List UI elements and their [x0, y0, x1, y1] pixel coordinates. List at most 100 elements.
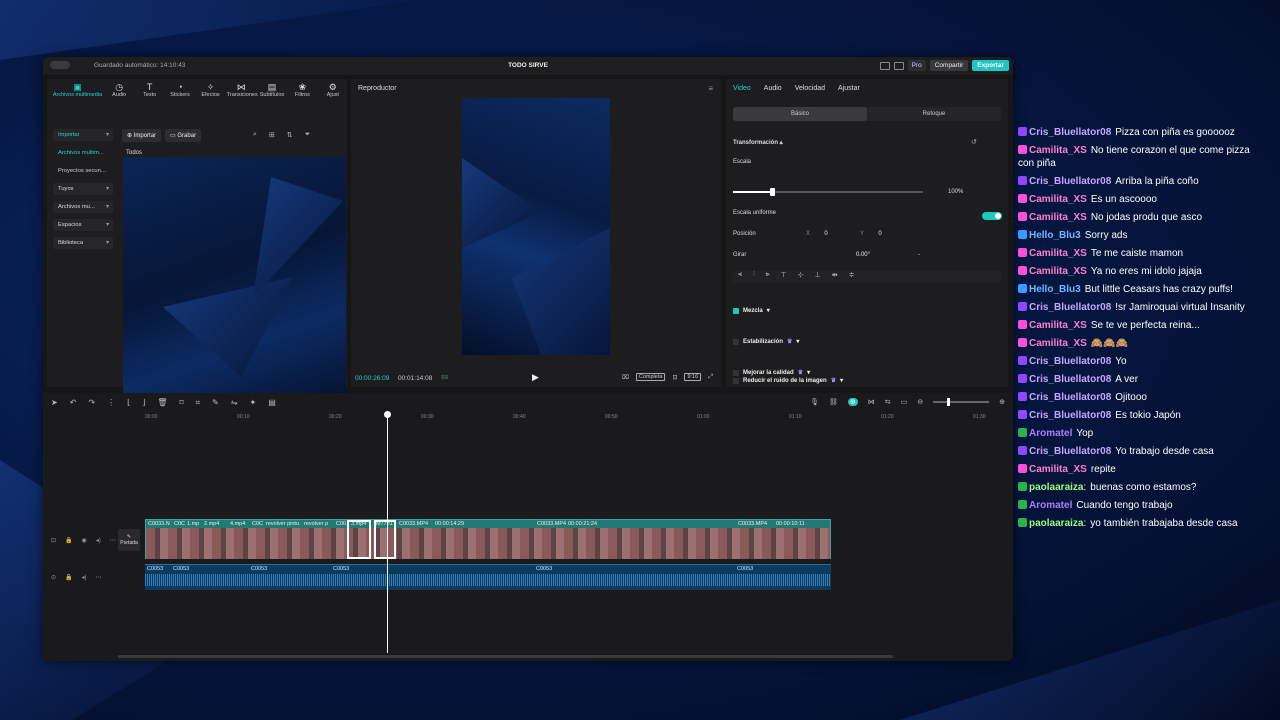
zoom-out-icon[interactable]: ⊖ — [917, 398, 923, 406]
playhead[interactable] — [387, 413, 388, 653]
distribute-h-icon[interactable]: ⇹ — [832, 271, 838, 283]
chat-username[interactable]: Aromatel — [1029, 500, 1072, 511]
layout-icon[interactable] — [879, 61, 890, 70]
align-center-icon[interactable]: ⫶ — [753, 271, 755, 283]
chat-username[interactable]: Hello_Blu3 — [1029, 284, 1081, 295]
sidenav-item[interactable]: Espacios ▾ — [53, 219, 113, 231]
chat-username[interactable]: Camilita_XS — [1029, 212, 1087, 223]
chat-username[interactable]: Camilita_XS — [1029, 464, 1087, 475]
tab-media[interactable]: ▣ Archivos multimedia — [52, 79, 103, 105]
audio-track-icon[interactable]: ⊙ — [51, 574, 56, 581]
mic-icon[interactable]: 🎙 — [810, 398, 819, 406]
magic-icon[interactable]: ✦ — [250, 398, 257, 408]
time-ruler[interactable]: 00:00 00:10 00:20 00:30 00:40 00:50 01:00 01:10… — [115, 411, 1013, 421]
chat-username[interactable]: Cris_Bluellator08 — [1029, 446, 1111, 457]
redo-icon[interactable]: ↷ — [88, 398, 95, 408]
noise-section[interactable]: Reducir el ruido de la imagen ♛ ▾ — [733, 377, 843, 384]
chat-username[interactable]: Cris_Bluellator08 — [1029, 392, 1111, 403]
x-input[interactable]: 0 — [806, 229, 846, 239]
tab-audio[interactable]: ◷ Audio — [105, 79, 133, 105]
chat-username[interactable]: Cris_Bluellator08 — [1029, 410, 1111, 421]
link-icon[interactable]: ⛓ — [829, 398, 838, 406]
subtitle-tool-icon[interactable]: ▤ — [268, 398, 276, 408]
more-icon[interactable]: ⋯ — [110, 537, 116, 544]
tab-stickers[interactable]: ◔ Stickers — [166, 79, 194, 105]
caption-icon[interactable]: ▭ — [901, 398, 908, 406]
chat-username[interactable]: Camilita_XS — [1029, 320, 1087, 331]
cover-button[interactable]: ✎ Portada — [118, 529, 140, 551]
chat-username[interactable]: Camilita_XS — [1029, 248, 1087, 259]
sidenav-item[interactable]: Archivos mu... ▾ — [53, 201, 113, 213]
export-button[interactable]: Exportar — [972, 60, 1009, 71]
y-input[interactable]: 0 — [860, 229, 900, 239]
chat-username[interactable]: Cris_Bluellator08 — [1029, 374, 1111, 385]
grid-view-icon[interactable]: ⊞ — [269, 131, 275, 139]
chat-username[interactable]: Camilita_XS — [1029, 194, 1087, 205]
zoom-slider[interactable] — [933, 398, 990, 406]
distribute-v-icon[interactable]: ≑ — [849, 271, 855, 283]
stabilization-section[interactable]: Estabilización ♛ ▾ — [733, 338, 799, 345]
audio-track[interactable]: C0053 C0053 C0053 C0053 C0053 C0053 — [145, 564, 831, 590]
select-tool-icon[interactable]: ➤ — [51, 398, 58, 408]
chat-username[interactable]: Cris_Bluellator08 — [1029, 302, 1111, 313]
magnet-icon[interactable]: ⊕ — [847, 398, 858, 406]
sidenav-item[interactable]: Archivos multim... — [53, 147, 113, 159]
filter-icon[interactable]: ⏷ — [305, 131, 311, 139]
chat-username[interactable]: Camilita_XS — [1029, 338, 1087, 349]
track-cover-icon[interactable]: ⊡ — [51, 537, 56, 544]
stabilization-checkbox[interactable] — [733, 338, 739, 345]
media-thumbnail[interactable] — [123, 157, 346, 409]
quality-button[interactable]: Completa — [635, 373, 666, 381]
ratio-button[interactable]: 9:16 — [684, 373, 702, 381]
search-icon[interactable]: ⌕ — [253, 131, 257, 139]
rotate-input[interactable]: 0.00° — [843, 250, 883, 260]
chat-username[interactable]: Cris_Bluellator08 — [1029, 176, 1111, 187]
timeline-scrollbar[interactable] — [118, 655, 893, 658]
lock-icon[interactable]: 🔒 — [65, 574, 72, 581]
chat-username[interactable]: Aromatel — [1029, 428, 1072, 439]
tab-audio[interactable]: Audio — [764, 85, 782, 92]
eye-icon[interactable]: ◉ — [82, 537, 87, 544]
trim-left-icon[interactable]: ⌊ — [127, 398, 130, 408]
shortcut-icon[interactable] — [893, 61, 904, 70]
chat-username[interactable]: paolaaraiza — [1029, 482, 1083, 493]
align-bottom-icon[interactable]: ⊥ — [815, 271, 821, 283]
selected-clip[interactable] — [374, 520, 396, 559]
record-button[interactable]: ▭ Grabar — [165, 129, 202, 142]
tab-subtitles[interactable]: ▤ Subtítulos — [258, 79, 286, 105]
sidenav-item[interactable]: Proyectos secun... — [53, 165, 113, 177]
speaker-icon[interactable]: ◂) — [96, 537, 101, 544]
chat-username[interactable]: Hello_Blu3 — [1029, 230, 1081, 241]
freeze-icon[interactable]: ⌑ — [180, 398, 184, 408]
tab-effects[interactable]: ✧ Efectos — [196, 79, 224, 105]
chat-username[interactable]: Camilita_XS — [1029, 145, 1087, 156]
speaker-icon[interactable]: ◂) — [82, 574, 87, 581]
uniform-scale-toggle[interactable] — [982, 212, 1002, 220]
more-icon[interactable]: ⋯ — [96, 574, 102, 581]
selected-clip[interactable] — [347, 520, 371, 559]
align-top-icon[interactable]: ⊤ — [781, 271, 787, 283]
snap-icon[interactable]: ⋈ — [868, 398, 875, 406]
blend-checkbox[interactable] — [733, 307, 739, 314]
split-icon[interactable]: ⋮ — [107, 398, 115, 408]
preview-axis-icon[interactable]: ⇆ — [885, 398, 891, 406]
blend-section[interactable]: Mezcla ▾ — [733, 307, 770, 314]
chat-username[interactable]: Cris_Bluellator08 — [1029, 127, 1111, 138]
tab-basic[interactable]: Básico — [733, 107, 867, 121]
tab-retouch[interactable]: Retoque — [867, 107, 1001, 121]
tab-adjust[interactable]: ⚙ Ajust — [319, 79, 347, 105]
scale-slider[interactable] — [733, 188, 923, 196]
screenshot-icon[interactable]: ⊡ — [672, 374, 677, 381]
ai-tool-icon[interactable]: ✎ — [212, 398, 219, 408]
align-left-icon[interactable]: ⫷ — [738, 271, 742, 283]
scale-value[interactable]: 100% — [948, 189, 963, 195]
reset-icon[interactable]: ↺ — [971, 138, 977, 146]
delete-icon[interactable]: 🗑 — [157, 398, 167, 408]
sort-icon[interactable]: ⇅ — [287, 131, 293, 139]
trim-right-icon[interactable]: ⌋ — [142, 398, 145, 408]
fullscreen-icon[interactable]: ⤢ — [708, 374, 713, 381]
video-preview[interactable] — [462, 98, 610, 355]
import-button[interactable]: ⊕ Importar — [122, 129, 162, 142]
tab-transitions[interactable]: ⋈ Transiciones — [227, 79, 258, 105]
sidenav-item[interactable]: Importar ▾ — [53, 129, 113, 141]
